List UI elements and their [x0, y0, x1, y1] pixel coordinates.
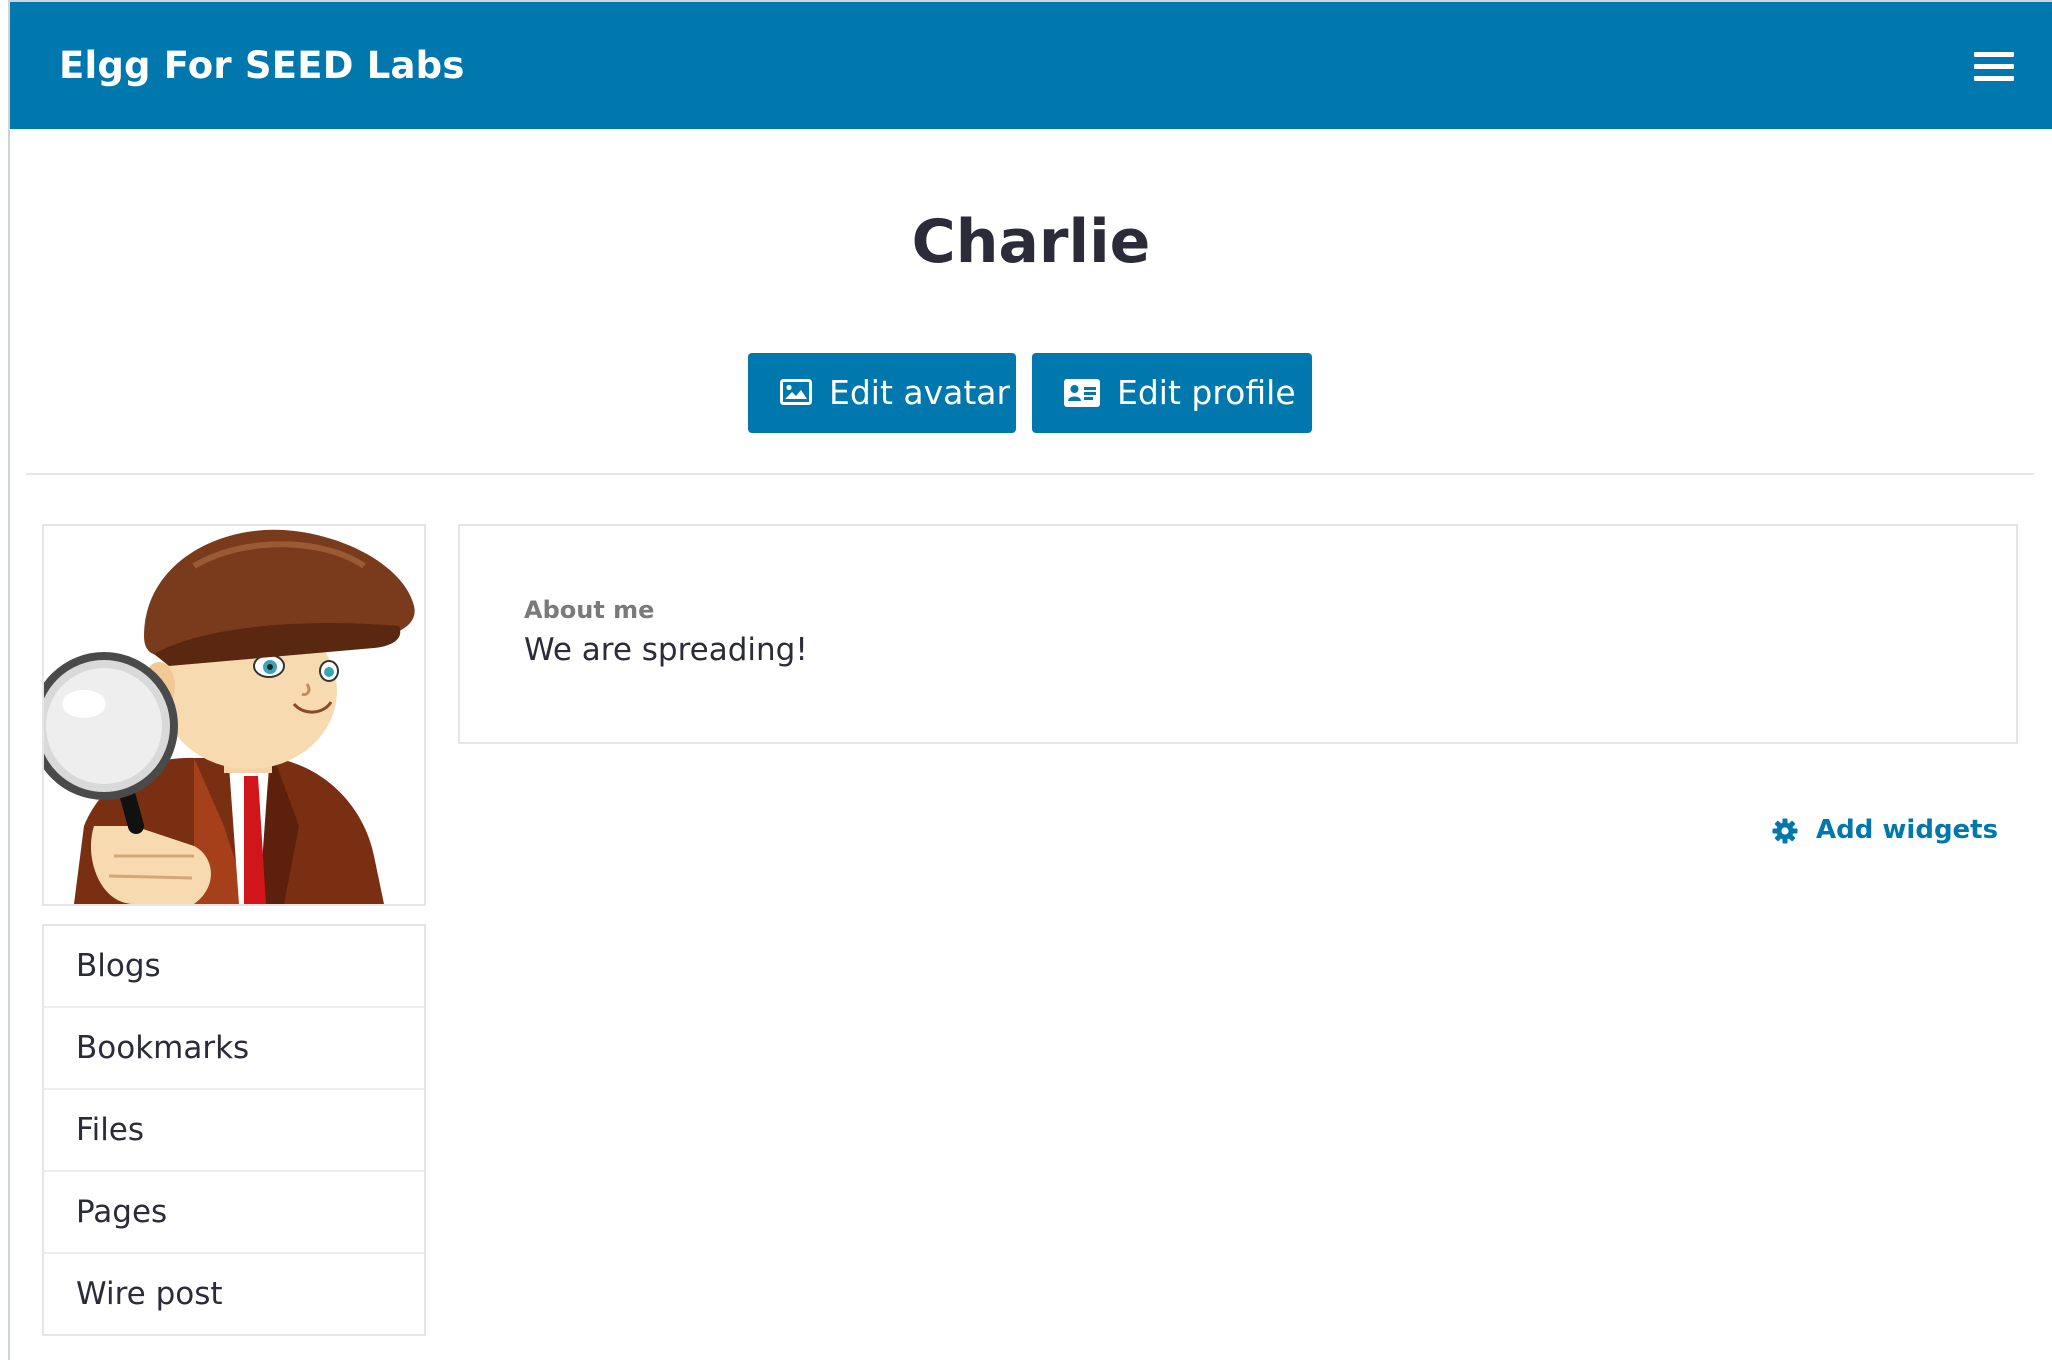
gear-icon: [1772, 818, 1798, 844]
edit-profile-button[interactable]: Edit profile: [1032, 353, 1312, 433]
top-bar: Elgg For SEED Labs: [10, 2, 2052, 129]
about-me-card: About me We are spreading!: [458, 524, 2018, 744]
owner-block-menu: Blogs Bookmarks Files Pages Wire post: [42, 924, 426, 1336]
detective-avatar-image: [44, 529, 415, 904]
hamburger-menu-icon[interactable]: [1974, 52, 2014, 82]
page-title: Charlie: [911, 207, 1151, 277]
menu-item-wire-post[interactable]: Wire post: [44, 1252, 424, 1334]
site-brand-link[interactable]: Elgg For SEED Labs: [59, 2, 465, 129]
add-widgets-label: Add widgets: [1816, 815, 1999, 845]
menu-item-bookmarks[interactable]: Bookmarks: [44, 1006, 424, 1088]
image-icon: [780, 379, 812, 405]
edit-avatar-label: Edit avatar: [829, 373, 1011, 412]
edit-profile-label: Edit profile: [1117, 373, 1296, 412]
menu-item-files[interactable]: Files: [44, 1088, 424, 1170]
avatar[interactable]: [42, 524, 426, 906]
header-divider: [26, 473, 2034, 475]
about-me-value: We are spreading!: [524, 632, 808, 668]
menu-item-blogs[interactable]: Blogs: [44, 926, 424, 1006]
edit-avatar-button[interactable]: Edit avatar: [748, 353, 1016, 433]
about-me-label: About me: [524, 596, 655, 624]
id-card-icon: [1064, 379, 1100, 407]
menu-item-pages[interactable]: Pages: [44, 1170, 424, 1252]
